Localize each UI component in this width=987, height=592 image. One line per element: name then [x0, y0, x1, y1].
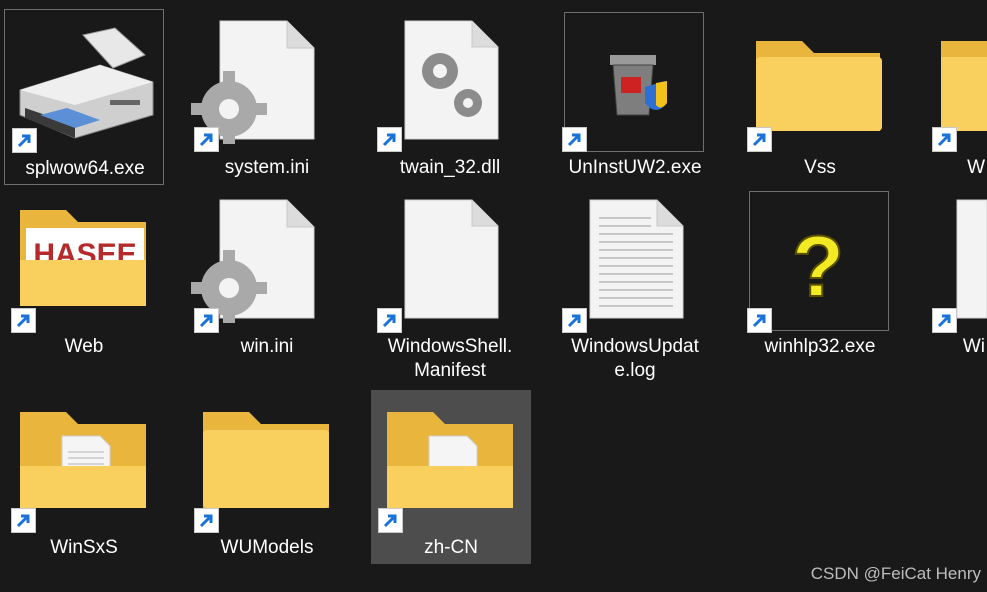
shortcut-arrow-icon — [12, 128, 37, 153]
shortcut-arrow-icon — [747, 127, 772, 152]
file-label: system.ini — [224, 157, 310, 178]
file-item-winhlp32[interactable]: ? winhlp32.exe — [740, 188, 900, 388]
shortcut-arrow-icon — [377, 308, 402, 333]
file-label: splwow64.exe — [25, 158, 145, 179]
file-label: WUModels — [220, 537, 314, 558]
file-label: zh-CN — [424, 537, 478, 558]
file-item-system-ini[interactable]: system.ini — [187, 9, 347, 185]
file-item-windowsshell-manifest[interactable]: WindowsShell. Manifest — [370, 188, 530, 388]
file-item-vss[interactable]: Vss — [740, 9, 900, 185]
file-item-win-ini[interactable]: win.ini — [187, 188, 347, 388]
shortcut-arrow-icon — [747, 308, 772, 333]
shortcut-arrow-icon — [932, 308, 957, 333]
file-label: WindowsUpdat e.log — [571, 336, 699, 381]
file-item-partial-wi[interactable]: Wi — [925, 188, 987, 388]
file-item-wumodels[interactable]: WUModels — [187, 390, 347, 564]
file-label: Web — [64, 336, 104, 357]
file-item-web[interactable]: HASEE Web — [4, 188, 164, 388]
file-label: twain_32.dll — [399, 157, 501, 178]
file-label: UnInstUW2.exe — [568, 157, 702, 178]
shortcut-arrow-icon — [562, 308, 587, 333]
file-label: WinSxS — [50, 537, 118, 558]
shortcut-arrow-icon — [562, 127, 587, 152]
file-item-winsxs[interactable]: WinSxS — [4, 390, 164, 564]
file-label: Vss — [804, 157, 836, 178]
file-item-windowsupdate-log[interactable]: WindowsUpdat e.log — [555, 188, 715, 388]
file-label: W — [967, 157, 985, 178]
watermark: CSDN @FeiCat Henry — [810, 564, 981, 583]
file-label: winhlp32.exe — [764, 336, 876, 357]
file-label: Wi — [962, 336, 985, 357]
shortcut-arrow-icon — [11, 508, 36, 533]
svg-text:?: ? — [792, 219, 845, 315]
shortcut-arrow-icon — [194, 508, 219, 533]
shortcut-arrow-icon — [11, 308, 36, 333]
shortcut-arrow-icon — [932, 127, 957, 152]
file-item-splwow64[interactable]: splwow64.exe — [4, 9, 164, 185]
shortcut-arrow-icon — [377, 127, 402, 152]
file-item-partial-w[interactable]: W — [925, 9, 987, 185]
shortcut-arrow-icon — [194, 308, 219, 333]
shortcut-arrow-icon — [194, 127, 219, 152]
shortcut-arrow-icon — [378, 508, 403, 533]
file-item-zh-cn[interactable]: zh-CN — [371, 390, 531, 564]
file-label: WindowsShell. Manifest — [387, 336, 513, 381]
file-item-twain32[interactable]: twain_32.dll — [370, 9, 530, 185]
file-label: win.ini — [240, 336, 294, 357]
file-item-uninstuw2[interactable]: UnInstUW2.exe — [555, 9, 715, 185]
